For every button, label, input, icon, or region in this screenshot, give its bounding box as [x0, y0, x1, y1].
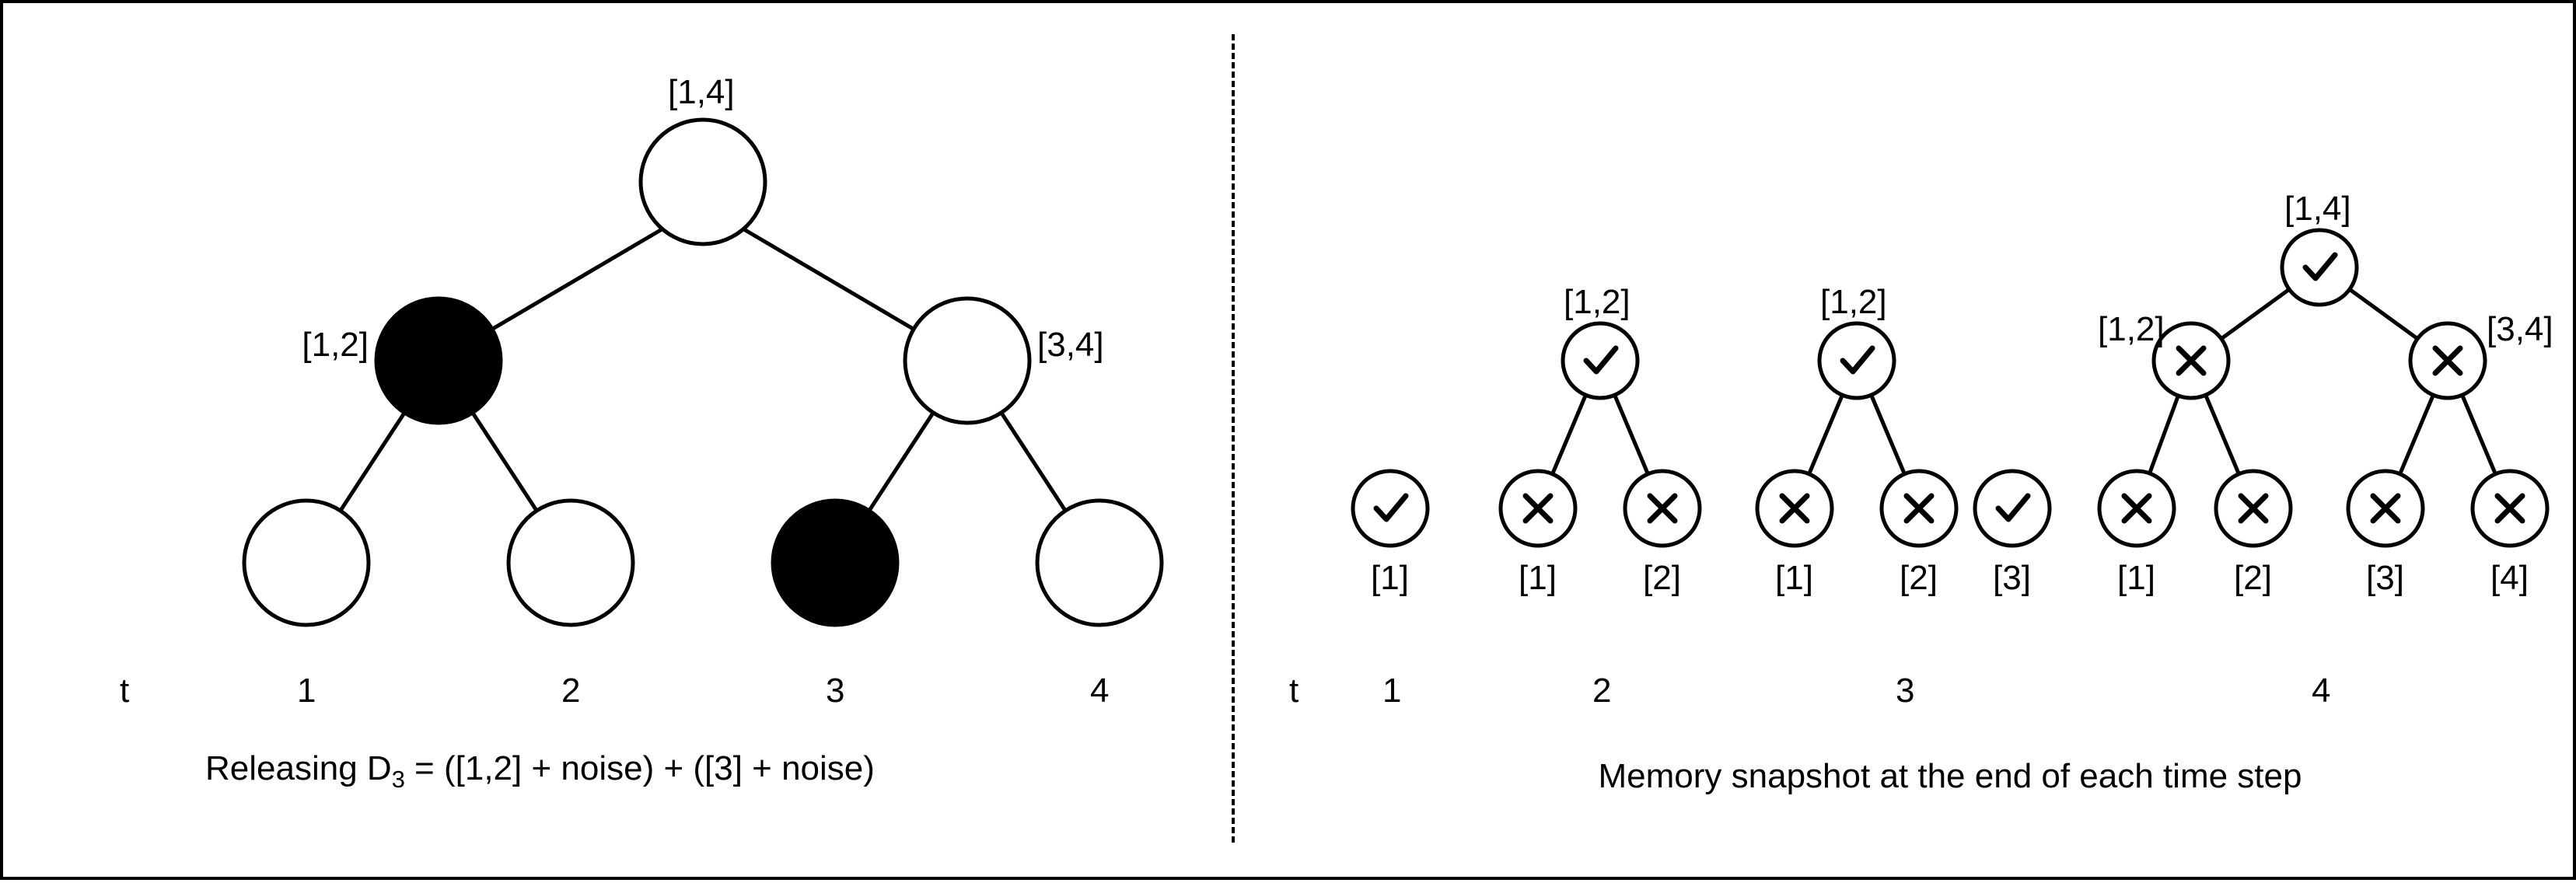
- right-panel: [1] [1,2] [1] [2] [1,2] [1] [2] [3] [1,4…: [1235, 3, 2576, 883]
- label-root: [1,4]: [668, 73, 735, 112]
- snap3-leaf2-label: [2]: [1900, 559, 1938, 598]
- label-mid-left: [1,2]: [291, 326, 369, 365]
- left-panel: [1,4] [1,2] [3,4] t 1 2 3 4 Releasing D3…: [3, 3, 1232, 883]
- snap1-leaf1: [1353, 471, 1428, 546]
- caption-prefix: Releasing D: [205, 749, 392, 787]
- t-axis-label-right: t: [1289, 672, 1298, 710]
- snap3: [1757, 323, 2050, 546]
- snap4: [2099, 230, 2547, 546]
- node-mid-right: [905, 298, 1029, 423]
- t4-right: 4: [2312, 672, 2330, 710]
- snap2-leaf1-label: [1]: [1519, 559, 1557, 598]
- node-leaf-4: [1037, 501, 1162, 625]
- right-svg: [1235, 3, 2576, 883]
- node-leaf-3: [773, 501, 897, 625]
- snap4-l2-label: [2]: [2234, 559, 2272, 598]
- snap3-leaf3: [1975, 471, 2050, 546]
- snap2-leaf2-label: [2]: [1643, 559, 1681, 598]
- caption-sub: 3: [392, 766, 405, 793]
- t1-left: 1: [297, 672, 316, 710]
- snap4-root: [2282, 230, 2357, 305]
- t1-right: 1: [1382, 672, 1401, 710]
- node-root: [641, 120, 765, 244]
- snap3-leaf3-label: [3]: [1993, 559, 2031, 598]
- snap1-leaf1-label: [1]: [1371, 559, 1409, 598]
- t4-left: 4: [1090, 672, 1109, 710]
- diagram-frame: [1,4] [1,2] [3,4] t 1 2 3 4 Releasing D3…: [0, 0, 2576, 880]
- snap4-l4-label: [4]: [2490, 559, 2529, 598]
- snap1: [1353, 471, 1428, 546]
- snap2: [1501, 323, 1700, 546]
- snap2-top: [1563, 323, 1638, 398]
- right-caption: Memory snapshot at the end of each time …: [1484, 757, 2417, 796]
- snap3-leaf1-label: [1]: [1775, 559, 1813, 598]
- snap4-mr-label: [3,4]: [2487, 310, 2553, 349]
- t-axis-label-left: t: [120, 672, 129, 710]
- node-leaf-2: [509, 501, 633, 625]
- t3-right: 3: [1896, 672, 1914, 710]
- snap3-top: [1819, 323, 1894, 398]
- snap2-top-label: [1,2]: [1564, 283, 1631, 322]
- snap4-l1-label: [1]: [2117, 559, 2155, 598]
- label-mid-right: [3,4]: [1037, 326, 1104, 365]
- snap3-top-label: [1,2]: [1820, 283, 1887, 322]
- caption-suffix: = ([1,2] + noise) + ([3] + noise): [405, 749, 875, 787]
- snap4-l3-label: [3]: [2366, 559, 2404, 598]
- node-mid-left: [376, 298, 501, 423]
- left-caption: Releasing D3 = ([1,2] + noise) + ([3] + …: [205, 749, 1138, 794]
- t2-right: 2: [1592, 672, 1611, 710]
- snap4-root-label: [1,4]: [2284, 190, 2351, 229]
- left-nodes: [244, 120, 1162, 625]
- node-leaf-1: [244, 501, 369, 625]
- snap4-ml-label: [1,2]: [2098, 310, 2165, 349]
- t3-left: 3: [826, 672, 844, 710]
- t2-left: 2: [561, 672, 580, 710]
